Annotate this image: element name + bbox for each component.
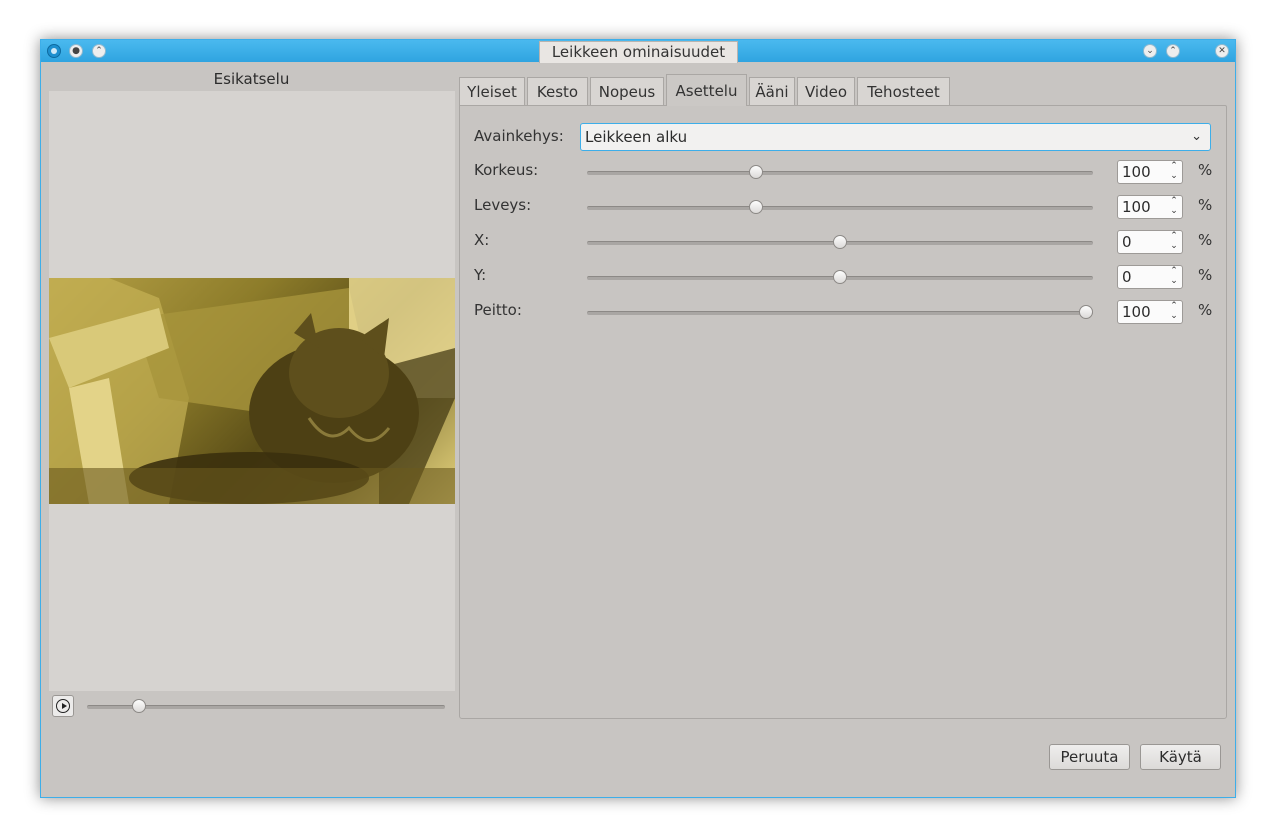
cancel-button[interactable]: Peruuta (1049, 744, 1130, 770)
minimize-dot-icon[interactable]: ● (69, 44, 83, 58)
param-label: Leveys: (474, 196, 532, 214)
close-icon[interactable]: ✕ (1215, 44, 1229, 58)
minimize-icon[interactable]: ⌄ (1143, 44, 1157, 58)
keyframe-select[interactable]: Leikkeen alku ⌄ (580, 123, 1211, 151)
param-spinbox[interactable]: 0 ⌃ ⌄ (1117, 265, 1183, 289)
param-slider-track[interactable] (587, 171, 1093, 175)
app-icon[interactable] (47, 44, 61, 58)
param-unit: % (1198, 196, 1213, 214)
param-value: 100 (1122, 303, 1151, 321)
param-value: 100 (1122, 163, 1151, 181)
play-button[interactable] (52, 695, 74, 717)
preview-position-handle[interactable] (132, 699, 146, 713)
param-slider-handle[interactable] (749, 200, 763, 214)
video-frame (49, 278, 455, 504)
title-bar: ● ⌃ Leikkeen ominaisuudet ⌄ ⌃ ✕ (41, 40, 1235, 63)
param-label: Y: (474, 266, 487, 284)
window-title: Leikkeen ominaisuudet (539, 41, 738, 63)
tab-tehosteet[interactable]: Tehosteet (857, 77, 950, 106)
param-value: 0 (1122, 268, 1132, 286)
play-icon (56, 699, 70, 713)
param-spinbox[interactable]: 100 ⌃ ⌄ (1117, 300, 1183, 324)
param-slider-handle[interactable] (833, 235, 847, 249)
clip-properties-window: ● ⌃ Leikkeen ominaisuudet ⌄ ⌃ ✕ Esikatse… (40, 39, 1236, 798)
param-slider-track[interactable] (587, 311, 1093, 315)
param-slider-handle[interactable] (749, 165, 763, 179)
tab-kesto[interactable]: Kesto (527, 77, 588, 106)
spin-arrows-icon[interactable]: ⌃ ⌄ (1169, 196, 1179, 218)
param-slider-track[interactable] (587, 206, 1093, 210)
param-unit: % (1198, 161, 1213, 179)
tab-yleiset[interactable]: Yleiset (459, 77, 525, 106)
param-spinbox[interactable]: 0 ⌃ ⌄ (1117, 230, 1183, 254)
spin-arrows-icon[interactable]: ⌃ ⌄ (1169, 266, 1179, 288)
tab-video[interactable]: Video (797, 77, 855, 106)
apply-button[interactable]: Käytä (1140, 744, 1221, 770)
spin-arrows-icon[interactable]: ⌃ ⌄ (1169, 161, 1179, 183)
tab-nopeus[interactable]: Nopeus (590, 77, 664, 106)
cat-image (49, 278, 455, 504)
maximize-icon[interactable]: ⌃ (1166, 44, 1180, 58)
param-label: Peitto: (474, 301, 522, 319)
param-label: Korkeus: (474, 161, 539, 179)
keyframe-value: Leikkeen alku (585, 128, 688, 146)
param-unit: % (1198, 301, 1213, 319)
keyframe-label: Avainkehys: (474, 127, 564, 145)
tab-asettelu[interactable]: Asettelu (666, 74, 747, 106)
chevron-down-icon: ⌄ (1191, 129, 1202, 144)
param-label: X: (474, 231, 490, 249)
preview-title: Esikatselu (213, 70, 290, 88)
param-slider-handle[interactable] (833, 270, 847, 284)
param-unit: % (1198, 231, 1213, 249)
preview-area (49, 91, 455, 691)
tab-aani[interactable]: Ääni (749, 77, 795, 106)
param-value: 0 (1122, 233, 1132, 251)
keep-above-icon[interactable]: ⌃ (92, 44, 106, 58)
param-spinbox[interactable]: 100 ⌃ ⌄ (1117, 195, 1183, 219)
param-unit: % (1198, 266, 1213, 284)
spin-arrows-icon[interactable]: ⌃ ⌄ (1169, 301, 1179, 323)
layout-tab-panel: Avainkehys: Leikkeen alku ⌄ Korkeus: 100 ⌃… (459, 105, 1227, 719)
spin-arrows-icon[interactable]: ⌃ ⌄ (1169, 231, 1179, 253)
param-spinbox[interactable]: 100 ⌃ ⌄ (1117, 160, 1183, 184)
param-value: 100 (1122, 198, 1151, 216)
param-slider-handle[interactable] (1079, 305, 1093, 319)
